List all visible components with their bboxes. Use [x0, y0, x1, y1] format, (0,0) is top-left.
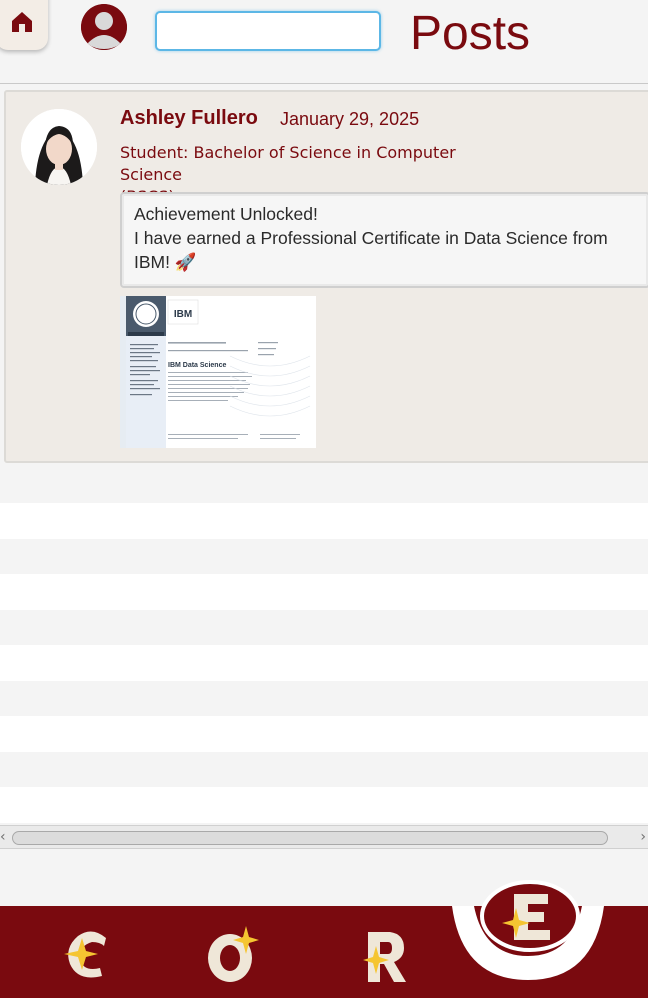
star-r-icon [363, 932, 406, 982]
top-header: Posts [0, 0, 648, 84]
posts-feed[interactable]: Ashley Fullero January 29, 2025 Student:… [0, 85, 648, 825]
author-name[interactable]: Ashley Fullero [120, 107, 258, 130]
home-button[interactable] [0, 0, 48, 50]
author-role-line: Student: Bachelor of Science in Computer… [120, 143, 456, 184]
star-o-icon [208, 926, 259, 982]
avatar-photo [21, 109, 97, 185]
nav-item-o[interactable] [196, 920, 266, 990]
user-icon [81, 4, 127, 50]
scroll-left-icon[interactable]: ‹ [0, 829, 6, 845]
post-date: January 29, 2025 [280, 109, 420, 129]
empty-row [0, 716, 648, 752]
search-input[interactable] [155, 11, 381, 51]
post-text-line: I have earned a Professional Certificate… [134, 228, 608, 248]
certificate-title: IBM Data Science [168, 362, 226, 369]
star-e-icon [480, 880, 580, 952]
profile-button[interactable] [81, 4, 127, 50]
scrollbar-thumb[interactable] [12, 831, 608, 845]
empty-row [0, 787, 648, 823]
post-body: Achievement Unlocked! I have earned a Pr… [120, 192, 648, 288]
empty-row [0, 645, 648, 681]
nav-item-c[interactable] [54, 920, 124, 990]
empty-row [0, 503, 648, 539]
certificate-logo: IBM [174, 309, 192, 320]
scroll-right-icon[interactable]: › [640, 829, 646, 845]
empty-row [0, 574, 648, 610]
post-text-line: Achievement Unlocked! [134, 204, 318, 224]
home-icon [12, 12, 32, 32]
certificate-thumbnail: IBM IBM Data Science [120, 296, 316, 448]
certificate-image[interactable]: IBM IBM Data Science [120, 296, 316, 448]
post-text-line: IBM! 🚀 [134, 252, 197, 272]
nav-item-r[interactable] [352, 920, 422, 990]
author-avatar[interactable] [21, 109, 97, 185]
nav-item-e-active[interactable] [478, 880, 582, 952]
page-title: Posts [410, 7, 531, 60]
star-c-icon [64, 931, 106, 978]
post-card[interactable]: Ashley Fullero January 29, 2025 Student:… [4, 90, 648, 463]
app-page: Posts Ashley Fullero January 29, 2025 St… [0, 0, 648, 998]
horizontal-scrollbar[interactable]: ‹ › [0, 825, 648, 849]
